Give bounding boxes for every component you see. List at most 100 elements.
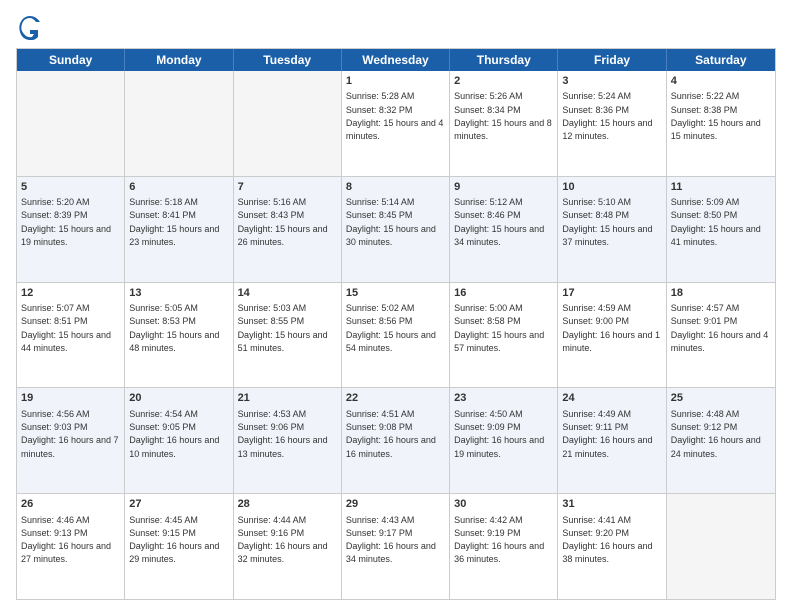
day-cell-10: 10 Sunrise: 5:10 AMSunset: 8:48 PMDaylig… xyxy=(558,177,666,282)
day-cell-3: 3 Sunrise: 5:24 AMSunset: 8:36 PMDayligh… xyxy=(558,71,666,176)
empty-cell xyxy=(125,71,233,176)
empty-cell xyxy=(234,71,342,176)
day-info: Sunrise: 5:28 AMSunset: 8:32 PMDaylight:… xyxy=(346,91,444,141)
day-info: Sunrise: 5:20 AMSunset: 8:39 PMDaylight:… xyxy=(21,197,111,247)
day-info: Sunrise: 5:14 AMSunset: 8:45 PMDaylight:… xyxy=(346,197,436,247)
empty-cell xyxy=(17,71,125,176)
day-cell-6: 6 Sunrise: 5:18 AMSunset: 8:41 PMDayligh… xyxy=(125,177,233,282)
day-number: 22 xyxy=(346,391,445,406)
day-cell-14: 14 Sunrise: 5:03 AMSunset: 8:55 PMDaylig… xyxy=(234,283,342,388)
day-header-saturday: Saturday xyxy=(667,49,775,71)
day-info: Sunrise: 4:48 AMSunset: 9:12 PMDaylight:… xyxy=(671,409,761,459)
day-info: Sunrise: 5:26 AMSunset: 8:34 PMDaylight:… xyxy=(454,91,552,141)
day-info: Sunrise: 5:16 AMSunset: 8:43 PMDaylight:… xyxy=(238,197,328,247)
day-cell-26: 26 Sunrise: 4:46 AMSunset: 9:13 PMDaylig… xyxy=(17,494,125,599)
day-cell-31: 31 Sunrise: 4:41 AMSunset: 9:20 PMDaylig… xyxy=(558,494,666,599)
day-info: Sunrise: 5:02 AMSunset: 8:56 PMDaylight:… xyxy=(346,303,436,353)
week-row-5: 26 Sunrise: 4:46 AMSunset: 9:13 PMDaylig… xyxy=(17,494,775,599)
day-cell-21: 21 Sunrise: 4:53 AMSunset: 9:06 PMDaylig… xyxy=(234,388,342,493)
day-info: Sunrise: 5:05 AMSunset: 8:53 PMDaylight:… xyxy=(129,303,219,353)
day-number: 17 xyxy=(562,286,661,301)
day-number: 27 xyxy=(129,497,228,512)
day-number: 18 xyxy=(671,286,771,301)
week-row-4: 19 Sunrise: 4:56 AMSunset: 9:03 PMDaylig… xyxy=(17,388,775,494)
day-info: Sunrise: 5:24 AMSunset: 8:36 PMDaylight:… xyxy=(562,91,652,141)
day-number: 31 xyxy=(562,497,661,512)
day-info: Sunrise: 4:43 AMSunset: 9:17 PMDaylight:… xyxy=(346,515,436,565)
day-cell-16: 16 Sunrise: 5:00 AMSunset: 8:58 PMDaylig… xyxy=(450,283,558,388)
day-info: Sunrise: 4:44 AMSunset: 9:16 PMDaylight:… xyxy=(238,515,328,565)
day-info: Sunrise: 4:50 AMSunset: 9:09 PMDaylight:… xyxy=(454,409,544,459)
day-cell-17: 17 Sunrise: 4:59 AMSunset: 9:00 PMDaylig… xyxy=(558,283,666,388)
day-info: Sunrise: 5:00 AMSunset: 8:58 PMDaylight:… xyxy=(454,303,544,353)
day-number: 13 xyxy=(129,286,228,301)
day-cell-30: 30 Sunrise: 4:42 AMSunset: 9:19 PMDaylig… xyxy=(450,494,558,599)
day-info: Sunrise: 4:56 AMSunset: 9:03 PMDaylight:… xyxy=(21,409,119,459)
day-info: Sunrise: 5:22 AMSunset: 8:38 PMDaylight:… xyxy=(671,91,761,141)
day-number: 2 xyxy=(454,74,553,89)
day-info: Sunrise: 4:57 AMSunset: 9:01 PMDaylight:… xyxy=(671,303,769,353)
day-info: Sunrise: 5:12 AMSunset: 8:46 PMDaylight:… xyxy=(454,197,544,247)
day-number: 24 xyxy=(562,391,661,406)
day-cell-5: 5 Sunrise: 5:20 AMSunset: 8:39 PMDayligh… xyxy=(17,177,125,282)
day-info: Sunrise: 4:41 AMSunset: 9:20 PMDaylight:… xyxy=(562,515,652,565)
calendar-header: SundayMondayTuesdayWednesdayThursdayFrid… xyxy=(17,49,775,71)
day-number: 28 xyxy=(238,497,337,512)
day-number: 10 xyxy=(562,180,661,195)
day-number: 5 xyxy=(21,180,120,195)
logo-icon xyxy=(16,12,44,40)
day-info: Sunrise: 4:51 AMSunset: 9:08 PMDaylight:… xyxy=(346,409,436,459)
day-cell-9: 9 Sunrise: 5:12 AMSunset: 8:46 PMDayligh… xyxy=(450,177,558,282)
day-cell-2: 2 Sunrise: 5:26 AMSunset: 8:34 PMDayligh… xyxy=(450,71,558,176)
day-info: Sunrise: 4:46 AMSunset: 9:13 PMDaylight:… xyxy=(21,515,111,565)
day-cell-23: 23 Sunrise: 4:50 AMSunset: 9:09 PMDaylig… xyxy=(450,388,558,493)
day-info: Sunrise: 5:18 AMSunset: 8:41 PMDaylight:… xyxy=(129,197,219,247)
day-header-tuesday: Tuesday xyxy=(234,49,342,71)
day-header-friday: Friday xyxy=(558,49,666,71)
day-number: 16 xyxy=(454,286,553,301)
day-cell-28: 28 Sunrise: 4:44 AMSunset: 9:16 PMDaylig… xyxy=(234,494,342,599)
day-info: Sunrise: 4:59 AMSunset: 9:00 PMDaylight:… xyxy=(562,303,660,353)
day-cell-27: 27 Sunrise: 4:45 AMSunset: 9:15 PMDaylig… xyxy=(125,494,233,599)
day-number: 11 xyxy=(671,180,771,195)
calendar-body: 1 Sunrise: 5:28 AMSunset: 8:32 PMDayligh… xyxy=(17,71,775,599)
day-number: 21 xyxy=(238,391,337,406)
day-info: Sunrise: 4:49 AMSunset: 9:11 PMDaylight:… xyxy=(562,409,652,459)
day-number: 6 xyxy=(129,180,228,195)
day-info: Sunrise: 4:54 AMSunset: 9:05 PMDaylight:… xyxy=(129,409,219,459)
day-number: 1 xyxy=(346,74,445,89)
day-info: Sunrise: 5:07 AMSunset: 8:51 PMDaylight:… xyxy=(21,303,111,353)
day-info: Sunrise: 4:53 AMSunset: 9:06 PMDaylight:… xyxy=(238,409,328,459)
day-cell-22: 22 Sunrise: 4:51 AMSunset: 9:08 PMDaylig… xyxy=(342,388,450,493)
day-info: Sunrise: 5:03 AMSunset: 8:55 PMDaylight:… xyxy=(238,303,328,353)
day-info: Sunrise: 4:45 AMSunset: 9:15 PMDaylight:… xyxy=(129,515,219,565)
day-cell-19: 19 Sunrise: 4:56 AMSunset: 9:03 PMDaylig… xyxy=(17,388,125,493)
day-cell-24: 24 Sunrise: 4:49 AMSunset: 9:11 PMDaylig… xyxy=(558,388,666,493)
day-cell-1: 1 Sunrise: 5:28 AMSunset: 8:32 PMDayligh… xyxy=(342,71,450,176)
day-cell-8: 8 Sunrise: 5:14 AMSunset: 8:45 PMDayligh… xyxy=(342,177,450,282)
day-cell-4: 4 Sunrise: 5:22 AMSunset: 8:38 PMDayligh… xyxy=(667,71,775,176)
day-cell-25: 25 Sunrise: 4:48 AMSunset: 9:12 PMDaylig… xyxy=(667,388,775,493)
day-number: 30 xyxy=(454,497,553,512)
day-header-monday: Monday xyxy=(125,49,233,71)
day-number: 3 xyxy=(562,74,661,89)
day-number: 15 xyxy=(346,286,445,301)
header xyxy=(16,12,776,40)
page: SundayMondayTuesdayWednesdayThursdayFrid… xyxy=(0,0,792,612)
day-number: 14 xyxy=(238,286,337,301)
day-number: 7 xyxy=(238,180,337,195)
day-cell-12: 12 Sunrise: 5:07 AMSunset: 8:51 PMDaylig… xyxy=(17,283,125,388)
empty-cell xyxy=(667,494,775,599)
day-cell-13: 13 Sunrise: 5:05 AMSunset: 8:53 PMDaylig… xyxy=(125,283,233,388)
day-number: 25 xyxy=(671,391,771,406)
day-cell-7: 7 Sunrise: 5:16 AMSunset: 8:43 PMDayligh… xyxy=(234,177,342,282)
day-info: Sunrise: 5:09 AMSunset: 8:50 PMDaylight:… xyxy=(671,197,761,247)
day-cell-29: 29 Sunrise: 4:43 AMSunset: 9:17 PMDaylig… xyxy=(342,494,450,599)
day-number: 8 xyxy=(346,180,445,195)
day-number: 26 xyxy=(21,497,120,512)
day-number: 9 xyxy=(454,180,553,195)
day-number: 19 xyxy=(21,391,120,406)
day-cell-20: 20 Sunrise: 4:54 AMSunset: 9:05 PMDaylig… xyxy=(125,388,233,493)
day-header-thursday: Thursday xyxy=(450,49,558,71)
day-number: 20 xyxy=(129,391,228,406)
